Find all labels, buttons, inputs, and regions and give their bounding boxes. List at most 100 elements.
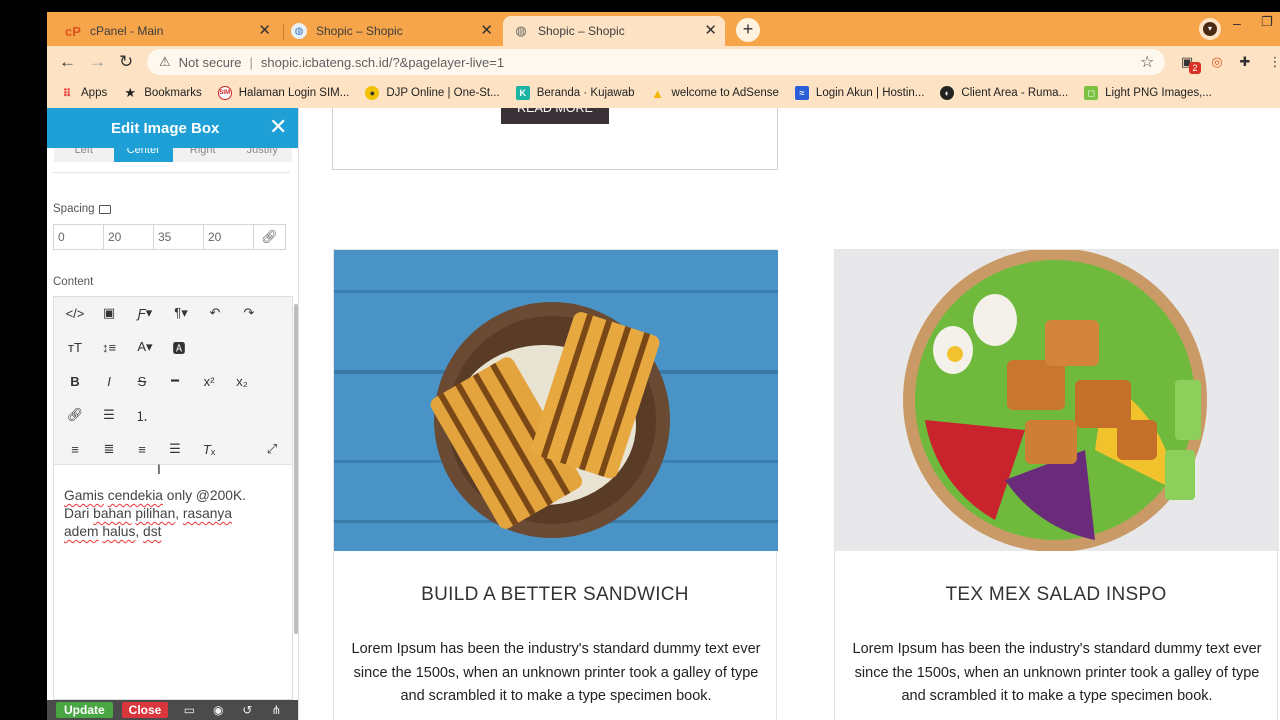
browser-toolbar: ← → ↻ ⚠ Not secure | shopic.icbateng.sch… <box>47 46 1280 78</box>
fullscreen-icon[interactable]: ⤢ <box>259 437 285 461</box>
sandwich-photo <box>334 250 778 551</box>
font-size-icon[interactable]: тT <box>62 335 88 359</box>
bookmark-adsense[interactable]: ▲ welcome to AdSense <box>651 86 779 101</box>
superscript-icon[interactable]: x² <box>196 369 222 393</box>
forward-icon[interactable]: → <box>89 52 106 72</box>
puzzle-icon[interactable]: ✚ <box>1237 54 1253 70</box>
globe-icon: ◍ <box>515 23 527 38</box>
close-button[interactable]: Close <box>121 702 169 718</box>
reload-icon[interactable]: ↻ <box>119 52 133 72</box>
align-justify-icon[interactable]: ☰ <box>162 437 188 461</box>
image-icon[interactable]: ▣ <box>96 301 122 325</box>
link-icon[interactable]: 🔗︎ <box>254 225 285 249</box>
tab-title: cPanel - Main <box>90 24 164 38</box>
bookmark-label: Beranda · Kujawab <box>536 87 635 99</box>
bookmark-apps[interactable]: ⠿ Apps <box>60 86 108 100</box>
tab-strip: cP cPanel - Main ✕ ◍ Shopic – Shopic ✕ ◍… <box>47 12 1280 46</box>
tab-shopic-1[interactable]: ◍ Shopic – Shopic ✕ <box>281 16 501 46</box>
align-center-option[interactable]: Center <box>113 148 173 162</box>
spacing-left-input[interactable]: 20 <box>204 225 254 249</box>
bookmark-label: Bookmarks <box>144 87 202 99</box>
bitdefender-icon[interactable]: ◎ <box>1209 54 1225 70</box>
italic-icon[interactable]: I <box>96 369 122 393</box>
code-view-icon[interactable]: </> <box>62 301 88 325</box>
panel-scrollbar[interactable] <box>294 304 298 634</box>
image-box-card[interactable]: TEX MEX SALAD INSPO Lorem Ipsum has been… <box>834 249 1279 720</box>
back-icon[interactable]: ← <box>59 52 76 72</box>
new-tab-button[interactable]: + <box>736 18 760 42</box>
read-more-button[interactable]: READ MORE <box>501 108 609 124</box>
close-icon[interactable]: ✕ <box>258 23 271 38</box>
cpanel-icon: cP <box>65 23 81 39</box>
redo-icon[interactable]: ↷ <box>236 301 262 325</box>
link-icon[interactable]: 🔗︎ <box>62 403 88 427</box>
misspelled-word: Gamis <box>64 488 104 503</box>
close-icon[interactable]: ✕ <box>269 115 287 139</box>
align-right-icon[interactable]: ≡ <box>129 437 155 461</box>
text-color-icon[interactable]: A▾ <box>132 335 158 359</box>
sitemap-icon[interactable]: ⋔ <box>268 703 284 717</box>
align-left-icon[interactable]: ≡ <box>62 437 88 461</box>
spacing-right-input[interactable]: 20 <box>104 225 154 249</box>
text-cursor-icon: I <box>157 461 161 477</box>
bookmark-djp[interactable]: ● DJP Online | One-St... <box>365 86 500 100</box>
warning-icon: ⚠ <box>159 54 171 69</box>
minimize-icon[interactable]: – <box>1233 15 1241 31</box>
tab-title: Shopic – Shopic <box>316 24 403 38</box>
rich-text-content[interactable]: Gamis cendekia only @200K. Dari bahan pil… <box>54 465 292 541</box>
bookmark-sim[interactable]: SIM Halaman Login SIM... <box>217 86 350 100</box>
bookmark-client-area[interactable]: ◐ Client Area - Ruma... <box>940 86 1068 100</box>
close-icon[interactable]: ✕ <box>480 23 493 38</box>
bookmark-bookmarks[interactable]: ★ Bookmarks <box>123 85 202 100</box>
eye-icon[interactable]: ◉ <box>210 703 226 717</box>
bookmark-label: Light PNG Images,... <box>1105 87 1212 99</box>
spacing-bottom-input[interactable]: 35 <box>154 225 204 249</box>
align-center-icon[interactable]: ≣ <box>96 437 122 461</box>
bookmark-label: Login Akun | Hostin... <box>815 87 925 99</box>
salad-image <box>835 250 1279 551</box>
paragraph-icon[interactable]: ¶▾ <box>168 301 194 325</box>
desktop-icon[interactable]: ▭ <box>181 703 197 717</box>
previous-card: READ MORE <box>332 108 778 170</box>
background-color-icon[interactable]: 🅰︎ <box>166 335 192 359</box>
line-height-icon[interactable]: ↕≡ <box>96 335 122 359</box>
client-area-logo-icon: ◐ <box>940 86 955 100</box>
tab-shopic-active[interactable]: ◍ Shopic – Shopic ✕ <box>503 16 725 46</box>
align-justify-option[interactable]: Justify <box>232 148 292 162</box>
clear-format-icon[interactable]: Tₓ <box>196 437 222 461</box>
font-family-icon[interactable]: Ƒ ▾ <box>132 301 158 325</box>
address-bar[interactable]: ⚠ Not secure | shopic.icbateng.sch.id/?&… <box>147 49 1165 75</box>
history-icon[interactable]: ↺ <box>239 703 255 717</box>
tab-cpanel[interactable]: cP cPanel - Main ✕ <box>55 16 279 46</box>
bookmark-kujawab[interactable]: K Beranda · Kujawab <box>515 86 635 100</box>
content-line: Dari bahan pilihan, rasanya <box>64 505 282 523</box>
close-icon[interactable]: ✕ <box>704 23 717 38</box>
strikethrough-icon[interactable]: S <box>129 369 155 393</box>
image-box-card[interactable]: BUILD A BETTER SANDWICH Lorem Ipsum has … <box>333 249 778 720</box>
desktop-icon[interactable] <box>98 204 111 214</box>
edit-image-box-panel: Edit Image Box ✕ Left Center Right Justi… <box>47 108 299 720</box>
subscript-icon[interactable]: x₂ <box>229 369 255 393</box>
bookmark-label: Halaman Login SIM... <box>238 87 350 99</box>
undo-icon[interactable]: ↶ <box>202 301 228 325</box>
star-icon[interactable]: ☆ <box>1140 52 1154 72</box>
horizontal-rule-icon[interactable]: ━ <box>162 369 188 393</box>
profile-button[interactable]: ▾ <box>1199 18 1221 40</box>
bookmark-hostinger[interactable]: ≈ Login Akun | Hostin... <box>794 86 925 100</box>
spacing-top-input[interactable]: 0 <box>54 225 104 249</box>
misspelled-word: pilihan <box>135 506 176 521</box>
align-right-option[interactable]: Right <box>173 148 233 162</box>
restore-icon[interactable]: ❐ <box>1261 14 1273 30</box>
align-left-option[interactable]: Left <box>54 148 114 162</box>
bookmark-light-png[interactable]: ◻ Light PNG Images,... <box>1084 86 1212 100</box>
bullet-list-icon[interactable]: ☰ <box>96 403 122 427</box>
update-button[interactable]: Update <box>56 702 113 718</box>
bold-icon[interactable]: B <box>62 369 88 393</box>
numbered-list-icon[interactable]: ⒈ <box>129 403 155 427</box>
text-align-selector: Left Center Right Justify <box>54 148 292 162</box>
chevron-down-icon: ▾ <box>1203 22 1217 36</box>
bookmark-label: DJP Online | One-St... <box>386 87 500 99</box>
editor-footer: Update Close ▭ ◉ ↺ ⋔ <box>47 700 298 720</box>
editor-title: Edit Image Box <box>111 120 220 137</box>
menu-icon[interactable]: ⋮ <box>1267 54 1280 70</box>
